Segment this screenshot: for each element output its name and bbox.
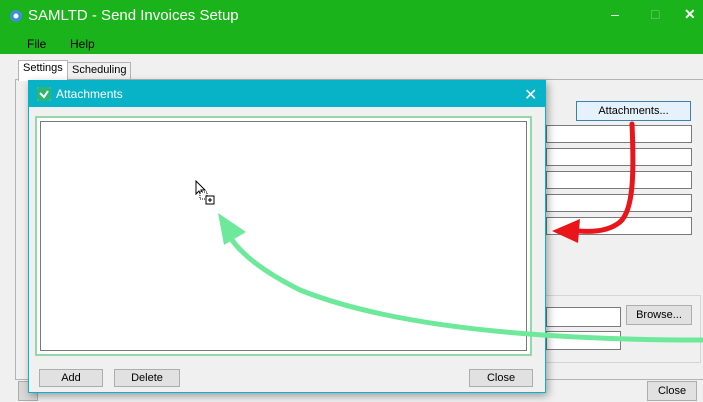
red-arrow — [575, 121, 636, 234]
green-arrow — [229, 237, 703, 343]
annotation-overlay — [218, 121, 703, 343]
green-arrowhead — [218, 213, 246, 245]
red-arrowhead — [552, 219, 580, 243]
